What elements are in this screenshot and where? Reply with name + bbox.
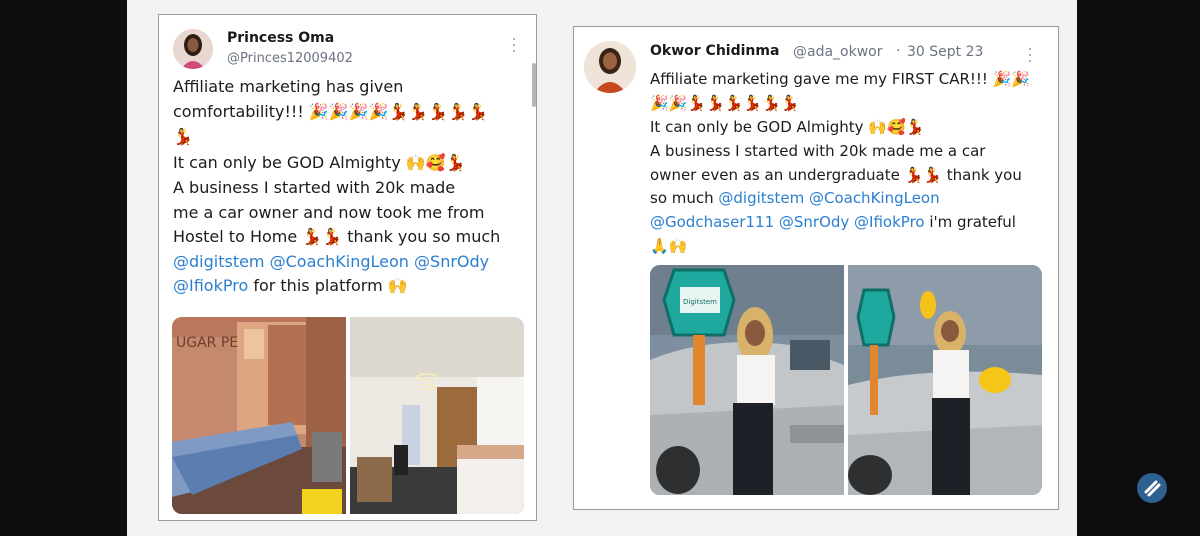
tweet-text-line: A business I started with 20k made [173,178,456,197]
tweet-mentions-line: @digitstem @CoachKingLeon @SnrOdy [173,252,489,271]
author-handle[interactable]: @Princes12009402 [227,51,353,66]
mention-links[interactable]: @digitstem @CoachKingLeon [718,189,939,207]
tweet-text-line: Hostel to Home 💃💃 thank you so much [173,227,501,246]
tweet-text-line: A business I started with 20k made me a … [650,142,986,160]
author-name[interactable]: Okwor Chidinma [650,43,779,59]
tweet-text-line: 💃 [173,127,193,146]
author-name[interactable]: Princess Oma [227,30,334,46]
tweet-text-line: It can only be GOD Almighty 🙌🥰💃 [173,153,466,172]
tweet-mentions-line: @IfiokPro for this platform 🙌 [173,276,408,295]
tweet-card-princess-oma: Princess Oma @Princes12009402 · · · Affili… [158,14,537,521]
media-photos[interactable]: UGAR PE [172,317,524,514]
separator-dot: · [896,43,901,59]
tweet-text-line: owner even as an undergraduate 💃💃 thank … [650,166,1022,184]
mention-links[interactable]: @Godchaser111 @SnrOdy @IfiokPro [650,213,925,231]
tweet-text-line: It can only be GOD Almighty 🙌🥰💃 [650,118,925,136]
tweet-text-suffix: i'm grateful [924,213,1016,231]
wall-text: UGAR PE [176,335,238,351]
tweet-media-grid[interactable]: UGAR PE [172,317,524,514]
tweet-mentions-line: so much @digitstem @CoachKingLeon [650,189,940,207]
tweet-text-suffix: for this platform 🙌 [248,276,408,295]
avatar[interactable] [584,41,636,93]
tweet-text-line: 🎉🎉💃💃💃💃💃💃 [650,94,800,112]
tweet-text-line: Affiliate marketing has given [173,77,404,96]
letterbox-right [1077,0,1200,536]
tweet-text-line: Affiliate marketing gave me my FIRST CAR… [650,70,1031,88]
mention-link[interactable]: @IfiokPro [173,276,248,295]
tweet-mentions-line: @Godchaser111 @SnrOdy @IfiokPro i'm grat… [650,213,1016,231]
more-options-icon[interactable]: · · · [511,33,517,59]
tweet-text-line: 🙏🙌 [650,237,688,255]
more-options-icon[interactable]: · · · [1027,43,1033,69]
avatar[interactable] [173,29,213,69]
tweet-text-line: comfortability!!! 🎉🎉🎉🎉💃💃💃💃💃 [173,102,489,121]
author-handle[interactable]: @ada_okwor [793,44,883,60]
tweet-text-prefix: so much [650,189,719,207]
tweet-media-grid[interactable]: Digitstem [650,265,1042,495]
scrollbar[interactable] [532,63,536,107]
tweet-card-okwor-chidinma: Okwor Chidinma @ada_okwor · 30 Sept 23 ·… [573,26,1059,510]
tweet-text-line: me a car owner and now took me from [173,203,485,222]
slash-logo-icon [1137,473,1167,503]
mention-links[interactable]: @digitstem @CoachKingLeon @SnrOdy [173,252,489,271]
key-label: Digitstem [683,298,717,306]
post-date[interactable]: 30 Sept 23 [907,44,983,60]
letterbox-left [0,0,127,536]
media-photos[interactable]: Digitstem [650,265,1042,495]
